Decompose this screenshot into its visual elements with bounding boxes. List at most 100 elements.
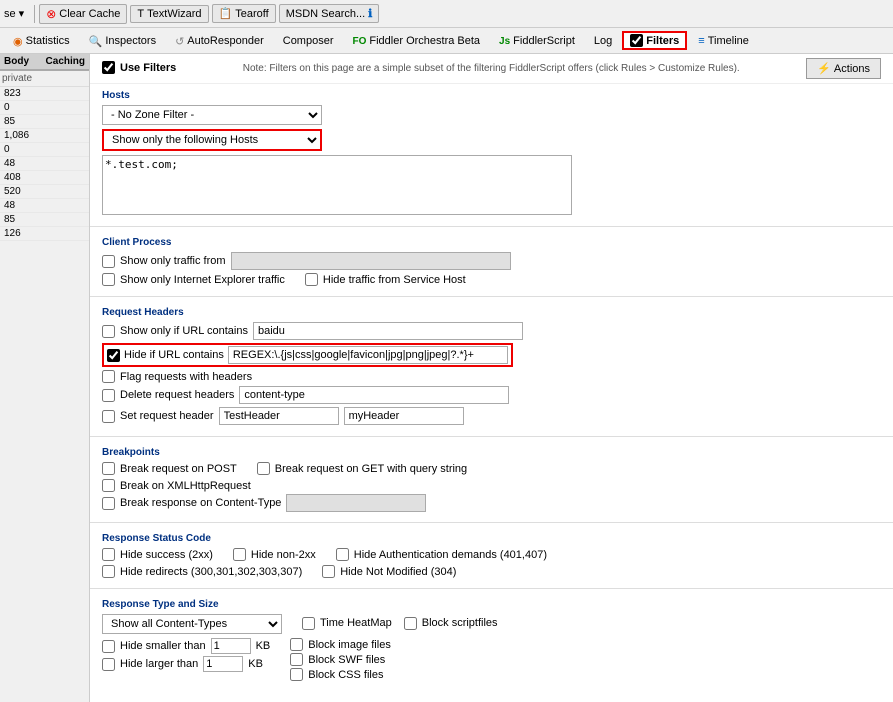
text-wizard-button[interactable]: T TextWizard — [130, 5, 208, 23]
hide-size-col: Hide smaller than KB Hide larger than KB — [102, 638, 270, 683]
set-header-name-input[interactable] — [219, 407, 339, 425]
block-scriptfiles-row: Block scriptfiles — [404, 617, 498, 630]
hide-larger-checkbox[interactable] — [102, 658, 115, 671]
flag-requests-checkbox[interactable] — [102, 370, 115, 383]
kb-label2: KB — [248, 658, 263, 670]
hide-larger-label: Hide larger than — [120, 658, 198, 670]
block-css-row: Block CSS files — [290, 668, 391, 681]
tab-statistics[interactable]: ◉ Statistics — [4, 29, 79, 53]
block-files-row: Hide smaller than KB Hide larger than KB — [102, 638, 881, 683]
set-header-checkbox[interactable] — [102, 410, 115, 423]
clear-cache-icon: ⊗ — [46, 7, 56, 21]
block-imagefiles-checkbox[interactable] — [290, 638, 303, 651]
break-xml-checkbox[interactable] — [102, 479, 115, 492]
request-headers-title: Request Headers — [102, 307, 881, 318]
hide-service-host-row: Hide traffic from Service Host — [305, 273, 466, 286]
divider3 — [90, 436, 893, 437]
hide-url-input[interactable] — [228, 346, 508, 364]
hide-smaller-checkbox[interactable] — [102, 640, 115, 653]
sidebar-row-4: 0 — [0, 143, 89, 157]
actions-button[interactable]: ⚡ Actions — [806, 58, 881, 79]
main-layout: Body Caching private 823 0 85 1,086 0 48… — [0, 54, 893, 702]
content-type-select[interactable]: Show all Content-Types Show only HTML Sh… — [102, 614, 282, 634]
delete-headers-input[interactable] — [239, 386, 509, 404]
show-traffic-input[interactable] — [231, 252, 511, 270]
sidebar-caching-header: Caching — [42, 54, 89, 70]
delete-headers-checkbox[interactable] — [102, 389, 115, 402]
block-swf-checkbox[interactable] — [290, 653, 303, 666]
zone-filter-row: - No Zone Filter - Show only Intranet Sh… — [102, 105, 881, 125]
hide-not-modified-row: Hide Not Modified (304) — [322, 565, 456, 578]
tearoff-button[interactable]: 📋 Tearoff — [212, 4, 276, 23]
show-url-checkbox[interactable] — [102, 325, 115, 338]
hide-auth-label: Hide Authentication demands (401,407) — [354, 549, 547, 561]
sidebar-row-0: 823 — [0, 87, 89, 101]
filters-content: Use Filters Note: Filters on this page a… — [90, 54, 893, 702]
hide-larger-input[interactable] — [203, 656, 243, 672]
sidebar-private-label: private — [0, 71, 89, 87]
tab-fiddler-script[interactable]: Js FiddlerScript — [490, 29, 584, 53]
hide-larger-row: Hide larger than KB — [102, 656, 270, 672]
hide-not-modified-checkbox[interactable] — [322, 565, 335, 578]
host-filter-row: Show only the following Hosts Hide the f… — [102, 129, 881, 151]
statistics-icon: ◉ — [13, 35, 23, 48]
break-content-input[interactable] — [286, 494, 426, 512]
show-traffic-row: Show only traffic from — [102, 252, 881, 270]
set-header-val-input[interactable] — [344, 407, 464, 425]
msdn-search-button[interactable]: MSDN Search... ℹ — [279, 4, 380, 23]
break-get-row: Break request on GET with query string — [257, 462, 467, 475]
hide-success-label: Hide success (2xx) — [120, 549, 213, 561]
hide-redirects-checkbox[interactable] — [102, 565, 115, 578]
block-scriptfiles-label: Block scriptfiles — [422, 617, 498, 629]
menu-se[interactable]: se ▾ — [4, 7, 24, 20]
host-textarea[interactable]: *.test.com; — [102, 155, 572, 215]
block-imagefiles-row: Block image files — [290, 638, 391, 651]
tab-filters[interactable]: Filters — [622, 31, 687, 50]
break-post-checkbox[interactable] — [102, 462, 115, 475]
tab-inspectors[interactable]: 🔍 Inspectors — [80, 29, 165, 53]
hide-auth-checkbox[interactable] — [336, 548, 349, 561]
hide-not-modified-label: Hide Not Modified (304) — [340, 566, 456, 578]
show-ie-label: Show only Internet Explorer traffic — [120, 274, 285, 286]
show-ie-checkbox[interactable] — [102, 273, 115, 286]
block-css-checkbox[interactable] — [290, 668, 303, 681]
zone-filter-select[interactable]: - No Zone Filter - Show only Intranet Sh… — [102, 105, 322, 125]
tab-autoresponder[interactable]: ↺ AutoResponder — [166, 29, 273, 53]
hide-service-host-checkbox[interactable] — [305, 273, 318, 286]
hide-non2xx-checkbox[interactable] — [233, 548, 246, 561]
hide-success-checkbox[interactable] — [102, 548, 115, 561]
inspectors-icon: 🔍 — [89, 35, 103, 48]
set-header-row: Set request header → 排除文字的干扰 — [102, 407, 881, 425]
use-filters-row: Use Filters — [102, 61, 176, 74]
request-headers-section: Request Headers Show only if URL contain… — [90, 301, 893, 432]
hide-success-row: Hide success (2xx) — [102, 548, 213, 561]
status-row2: Hide redirects (300,301,302,303,307) Hid… — [102, 565, 881, 580]
js-icon: Js — [499, 36, 510, 47]
block-scriptfiles-checkbox[interactable] — [404, 617, 417, 630]
show-traffic-checkbox[interactable] — [102, 255, 115, 268]
clear-cache-button[interactable]: ⊗ Clear Cache — [39, 4, 127, 24]
break-get-checkbox[interactable] — [257, 462, 270, 475]
break-post-row: Break request on POST — [102, 462, 237, 475]
show-url-input[interactable] — [253, 322, 523, 340]
host-textarea-wrap: *.test.com; — [102, 155, 572, 218]
divider1 — [90, 226, 893, 227]
tab-fiddler-orchestra[interactable]: FO Fiddler Orchestra Beta — [344, 29, 490, 53]
time-heatmap-row: Time HeatMap — [302, 617, 392, 630]
tab-composer[interactable]: Composer — [274, 29, 343, 53]
hide-auth-row: Hide Authentication demands (401,407) — [336, 548, 547, 561]
text-wizard-icon: T — [137, 8, 144, 20]
use-filters-checkbox[interactable] — [102, 61, 115, 74]
hide-url-checkbox[interactable] — [107, 349, 120, 362]
break-content-checkbox[interactable] — [102, 497, 115, 510]
filters-tab-checkbox[interactable] — [630, 34, 643, 47]
hide-url-regex-box: Hide if URL contains — [102, 343, 513, 367]
hide-smaller-input[interactable] — [211, 638, 251, 654]
flag-requests-label: Flag requests with headers — [120, 371, 252, 383]
break-content-row: Break response on Content-Type — [102, 494, 881, 512]
host-filter-select[interactable]: Show only the following Hosts Hide the f… — [102, 129, 322, 151]
tab-timeline[interactable]: ≡ Timeline — [689, 29, 758, 53]
hide-url-row: Hide if URL contains — [102, 343, 881, 367]
time-heatmap-checkbox[interactable] — [302, 617, 315, 630]
tab-log[interactable]: Log — [585, 29, 621, 53]
